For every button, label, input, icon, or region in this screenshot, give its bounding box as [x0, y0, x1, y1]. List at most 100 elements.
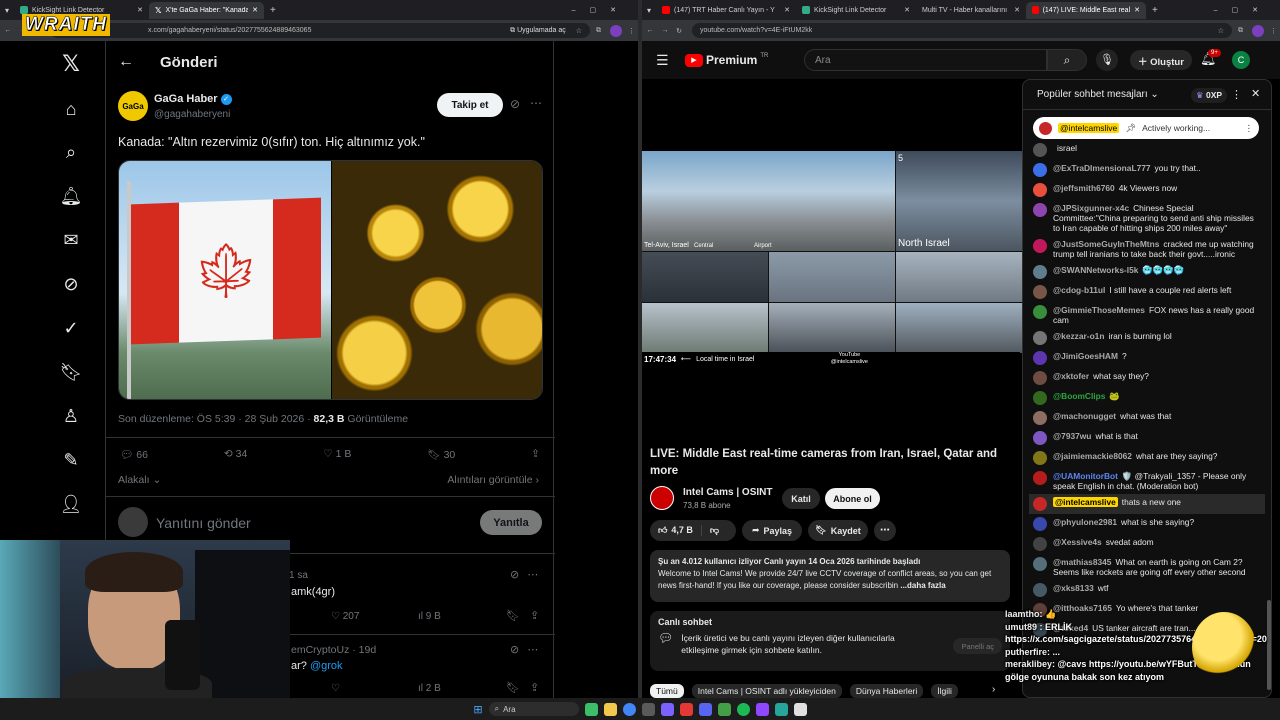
author-handle[interactable]: @gagahaberyeni: [154, 109, 230, 120]
left-tab-x-post[interactable]: 𝕏 X'te GaGa Haber: "Kanada: "Altı ✕: [149, 1, 264, 19]
post-image[interactable]: 🍁︎: [118, 160, 543, 400]
chat-avatar[interactable]: [1033, 351, 1047, 365]
chat-avatar[interactable]: [1033, 497, 1047, 511]
chat-message[interactable]: @JPSixgunner-x4c Chinese Special Committe…: [1029, 200, 1265, 236]
chat-message[interactable]: @GimmieThoseMemes FOX news has a really g…: [1029, 302, 1265, 328]
subscribe-button[interactable]: Abone ol: [825, 488, 880, 509]
chip-all[interactable]: Tümü: [650, 684, 684, 698]
profile-icon[interactable]: 👤︎: [58, 491, 84, 517]
communities-icon[interactable]: ✎: [58, 447, 84, 473]
chat-message[interactable]: @xks8133 wtf: [1029, 580, 1265, 600]
chat-username[interactable]: @UAMonitorBot: [1053, 471, 1118, 481]
chat-username[interactable]: @machonugget: [1053, 411, 1116, 421]
bookmark-star-icon[interactable]: ☆: [1218, 27, 1224, 35]
tab-menu-icon[interactable]: ▾: [0, 6, 14, 15]
taskbar-search[interactable]: ⌕ Ara: [488, 702, 579, 716]
chip-world-news[interactable]: Dünya Haberleri: [849, 684, 924, 698]
extensions-icon[interactable]: ⧉: [596, 27, 610, 35]
verified-icon[interactable]: ✓: [58, 315, 84, 341]
chat-username[interactable]: @mathias8345: [1053, 557, 1111, 567]
jobs-icon[interactable]: ♙: [58, 403, 84, 429]
reply1-likes[interactable]: ♡ 207: [331, 611, 359, 622]
open-in-app-button[interactable]: ⧉ Uygulamada aç: [506, 26, 570, 35]
window-controls[interactable]: –▢✕: [572, 6, 630, 14]
bookmark-star-icon[interactable]: ☆: [576, 27, 582, 35]
chat-username[interactable]: @JimiGoesHAM: [1053, 351, 1118, 361]
chip-related[interactable]: İlgili: [931, 684, 958, 698]
browser-menu-icon[interactable]: ⋮: [628, 27, 638, 35]
video-player[interactable]: Tel-Aviv, Israel Central Airport 5 North…: [642, 79, 1022, 434]
notifications-bell-icon[interactable]: 🔔︎: [58, 183, 84, 209]
back-icon[interactable]: ←: [0, 27, 16, 34]
voice-search-icon[interactable]: 🎙︎: [1096, 49, 1118, 71]
chat-message[interactable]: @xktofer what say they?: [1029, 368, 1265, 388]
chat-message[interactable]: @intelcamslive thats a new one: [1029, 494, 1265, 514]
chat-avatar[interactable]: [1033, 143, 1047, 157]
more-actions-icon[interactable]: ⋯: [874, 520, 896, 541]
share-button[interactable]: ➦ Paylaş: [742, 520, 802, 541]
grok-icon[interactable]: ⊘: [58, 271, 84, 297]
messages-mail-icon[interactable]: ✉: [58, 227, 84, 253]
taskbar-app-icon[interactable]: [717, 702, 731, 716]
chat-username[interactable]: @kezzar-o1n: [1053, 331, 1104, 341]
chat-avatar[interactable]: [1033, 451, 1047, 465]
chat-username[interactable]: @intelcamslive: [1053, 497, 1118, 507]
chat-avatar[interactable]: [1033, 471, 1047, 485]
author-avatar[interactable]: GaGa: [118, 91, 148, 121]
chat-message[interactable]: @7937wu what is that: [1029, 428, 1265, 448]
chip-scroll-right-icon[interactable]: ›: [992, 684, 995, 695]
profile-avatar[interactable]: [610, 24, 622, 37]
right-tab-kicksight[interactable]: KickSight Link Detector ✕: [796, 2, 916, 19]
explore-search-icon[interactable]: ⌕: [58, 139, 84, 165]
right-address-bar[interactable]: youtube.com/watch?v=4E-iFtUM2kk ☆: [692, 23, 1232, 38]
more-options-icon[interactable]: ⋯: [530, 96, 542, 110]
chat-avatar[interactable]: [1033, 431, 1047, 445]
discord-icon[interactable]: [698, 702, 712, 716]
chip-uploader[interactable]: Intel Cams | OSINT adlı yükleyiciden: [691, 684, 842, 698]
chat-message[interactable]: @mathias8345 What on earth is going on Ca…: [1029, 554, 1265, 580]
back-arrow-icon[interactable]: ←: [118, 53, 134, 71]
chat-message[interactable]: @SWANNetworks-l5k 🥶🥶🥶🥶: [1029, 262, 1265, 282]
share-icon[interactable]: ⇪: [531, 448, 540, 461]
chat-username[interactable]: @SWANNetworks-l5k: [1053, 265, 1138, 275]
chat-message[interactable]: @Xessive4s svedat adom: [1029, 534, 1265, 554]
show-more-link[interactable]: ...daha fazla: [900, 581, 945, 590]
reply2-mention[interactable]: @grok: [310, 660, 343, 672]
reply-action[interactable]: 💬︎ 66: [120, 448, 148, 461]
chat-username[interactable]: @JPSixgunner-x4c: [1053, 203, 1129, 213]
join-button[interactable]: Katıl: [782, 488, 820, 509]
new-tab-icon[interactable]: +: [1152, 5, 1158, 16]
chat-message[interactable]: @machonugget what was that: [1029, 408, 1265, 428]
reply2-views[interactable]: ıl 2 B: [418, 683, 441, 694]
grok-explain-icon[interactable]: ⊘: [510, 97, 520, 111]
reply1-views[interactable]: ıl 9 B: [418, 611, 441, 622]
reply-input[interactable]: Yanıtını gönder: [156, 515, 251, 531]
chat-mode-dropdown[interactable]: Popüler sohbet mesajları ⌄: [1037, 89, 1159, 100]
channel-name[interactable]: Intel Cams | OSINT: [683, 487, 772, 498]
chat-message[interactable]: @JustSomeGuyInTheMtns cracked me up watch…: [1029, 236, 1265, 262]
taskbar-app-icon[interactable]: [660, 702, 674, 716]
forward-icon[interactable]: →: [658, 27, 672, 34]
points-badge[interactable]: ♛ 0XP: [1191, 88, 1228, 103]
close-tab-icon[interactable]: ✕: [784, 6, 790, 14]
chat-avatar[interactable]: [1033, 239, 1047, 253]
video-description[interactable]: Şu an 4.012 kullanıcı izliyor Canlı yayı…: [650, 550, 1010, 602]
reply2-author[interactable]: emCryptoUz · 19d: [291, 644, 376, 656]
chat-avatar[interactable]: [1033, 517, 1047, 531]
close-tab-icon[interactable]: ✕: [904, 6, 910, 14]
home-icon[interactable]: ⌂: [58, 96, 84, 122]
chat-avatar[interactable]: [1033, 537, 1047, 551]
open-chat-panel-button[interactable]: Panelli aç: [953, 638, 1002, 654]
reply2-like-icon[interactable]: ♡: [331, 683, 340, 694]
relevant-sort[interactable]: Alakalı ⌄: [118, 474, 161, 486]
tab-menu-icon[interactable]: ▾: [642, 6, 656, 15]
chat-username[interactable]: @jaimiemackie8062: [1053, 451, 1132, 461]
youtube-logo[interactable]: ▶ Premium TR: [685, 53, 768, 67]
chat-message[interactable]: @phyulone2981 what is she saying?: [1029, 514, 1265, 534]
chat-username[interactable]: @phyulone2981: [1053, 517, 1117, 527]
yt-search-input[interactable]: Ara: [804, 49, 1047, 71]
taskbar-app-icon[interactable]: [679, 702, 693, 716]
extensions-icon[interactable]: ⧉: [1238, 27, 1252, 35]
taskbar-app-icon[interactable]: [774, 702, 788, 716]
pinned-more-icon[interactable]: ⋮: [1245, 123, 1254, 134]
